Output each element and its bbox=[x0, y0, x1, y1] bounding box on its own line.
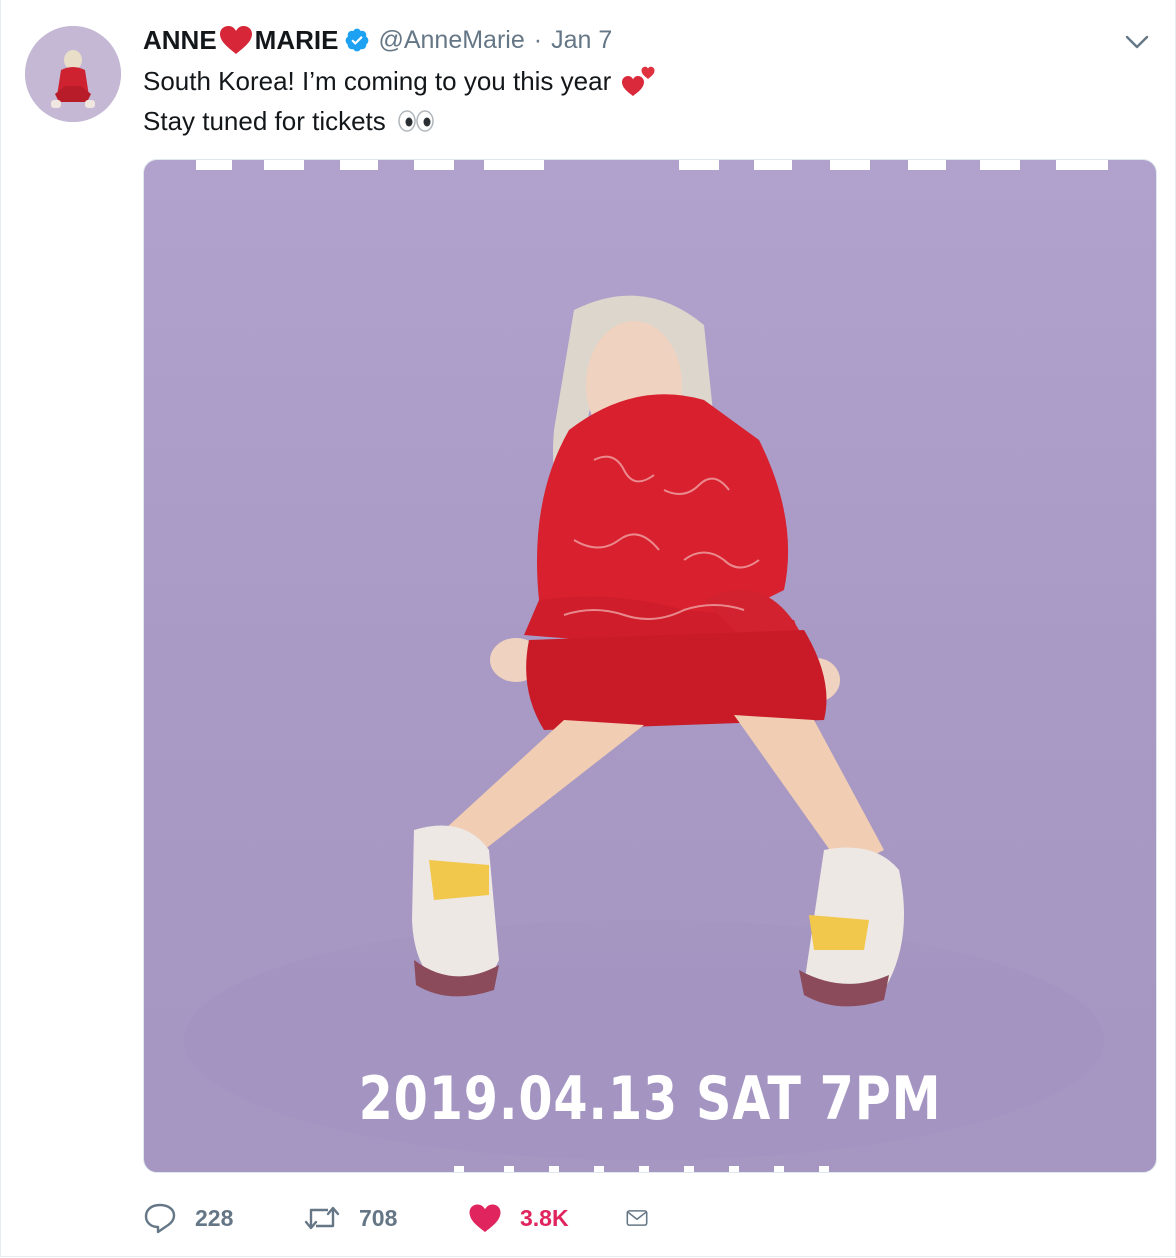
poster-photo bbox=[184, 160, 1108, 1172]
avatar-photo bbox=[25, 26, 121, 122]
poster-top-lettering bbox=[196, 160, 1108, 170]
reply-icon bbox=[144, 1203, 176, 1234]
author-name-part1[interactable]: ANNE bbox=[143, 25, 217, 56]
tweet-header: ANNE MARIE @AnneMarie · Jan 7 bbox=[143, 22, 612, 58]
direct-message-button[interactable] bbox=[626, 1204, 666, 1232]
poster-date-text: 2019.04.13 SAT 7PM bbox=[358, 1064, 942, 1134]
envelope-icon bbox=[626, 1210, 648, 1226]
tweet-text: South Korea! I’m coming to you this year… bbox=[143, 61, 657, 141]
poster-bottom-lettering bbox=[454, 1166, 829, 1172]
retweet-button[interactable]: 708 bbox=[303, 1203, 468, 1233]
like-button[interactable]: 3.8K bbox=[468, 1203, 626, 1233]
like-count: 3.8K bbox=[520, 1204, 569, 1231]
author-name-part2[interactable]: MARIE bbox=[255, 25, 339, 56]
heart-icon bbox=[469, 1204, 501, 1232]
reply-button[interactable]: 228 bbox=[143, 1202, 303, 1234]
two-hearts-icon bbox=[622, 66, 655, 96]
tweet-text-line-2-content: Stay tuned for tickets bbox=[143, 106, 386, 136]
tweet-text-line-2: Stay tuned for tickets bbox=[143, 101, 657, 141]
avatar[interactable] bbox=[25, 26, 121, 122]
verified-badge-icon bbox=[346, 28, 369, 52]
red-heart-icon bbox=[219, 26, 252, 54]
reply-count: 228 bbox=[195, 1204, 234, 1231]
tweet-media-image[interactable]: 2019.04.13 SAT 7PM bbox=[143, 159, 1157, 1173]
header-separator: · bbox=[533, 25, 543, 54]
eyes-icon bbox=[398, 110, 434, 132]
tweet-date[interactable]: Jan 7 bbox=[551, 26, 612, 55]
author-handle[interactable]: @AnneMarie bbox=[378, 26, 524, 55]
tweet-text-line-1: South Korea! I’m coming to you this year bbox=[143, 61, 657, 101]
tweet-card[interactable]: ANNE MARIE @AnneMarie · Jan 7 South Kore… bbox=[0, 0, 1176, 1257]
tweet-text-line-1-content: South Korea! I’m coming to you this year bbox=[143, 66, 612, 96]
chevron-down-icon[interactable] bbox=[1125, 32, 1149, 52]
retweet-count: 708 bbox=[359, 1204, 398, 1231]
tweet-actions: 228 708 3.8K bbox=[143, 1196, 666, 1240]
retweet-icon bbox=[304, 1206, 340, 1230]
